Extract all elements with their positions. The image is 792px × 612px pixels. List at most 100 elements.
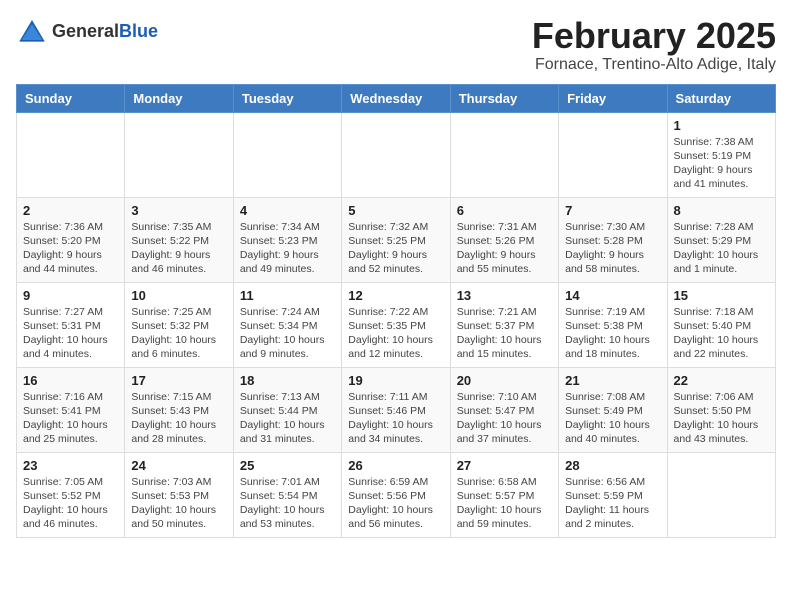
day-number: 9 <box>23 288 118 303</box>
day-number: 12 <box>348 288 443 303</box>
calendar-cell: 19 Sunrise: 7:11 AM Sunset: 5:46 PM Dayli… <box>342 367 450 452</box>
day-number: 22 <box>674 373 769 388</box>
calendar-cell: 20 Sunrise: 7:10 AM Sunset: 5:47 PM Dayli… <box>450 367 558 452</box>
day-info: Sunrise: 7:38 AM Sunset: 5:19 PM Dayligh… <box>674 135 769 192</box>
weekday-header-monday: Monday <box>125 84 233 112</box>
calendar-cell <box>559 112 667 197</box>
calendar-cell <box>450 112 558 197</box>
calendar-cell: 23 Sunrise: 7:05 AM Sunset: 5:52 PM Dayli… <box>17 452 125 537</box>
day-number: 21 <box>565 373 660 388</box>
day-info: Sunrise: 7:25 AM Sunset: 5:32 PM Dayligh… <box>131 305 226 362</box>
day-info: Sunrise: 7:22 AM Sunset: 5:35 PM Dayligh… <box>348 305 443 362</box>
calendar-cell: 1 Sunrise: 7:38 AM Sunset: 5:19 PM Daylig… <box>667 112 775 197</box>
calendar-cell: 3 Sunrise: 7:35 AM Sunset: 5:22 PM Daylig… <box>125 197 233 282</box>
weekday-header-saturday: Saturday <box>667 84 775 112</box>
day-info: Sunrise: 7:32 AM Sunset: 5:25 PM Dayligh… <box>348 220 443 277</box>
day-info: Sunrise: 7:05 AM Sunset: 5:52 PM Dayligh… <box>23 475 118 532</box>
day-info: Sunrise: 7:36 AM Sunset: 5:20 PM Dayligh… <box>23 220 118 277</box>
day-info: Sunrise: 7:18 AM Sunset: 5:40 PM Dayligh… <box>674 305 769 362</box>
day-info: Sunrise: 7:30 AM Sunset: 5:28 PM Dayligh… <box>565 220 660 277</box>
page-header: GeneralBlue February 2025 Fornace, Trent… <box>16 16 776 74</box>
calendar-week-row: 2 Sunrise: 7:36 AM Sunset: 5:20 PM Daylig… <box>17 197 776 282</box>
calendar-cell <box>667 452 775 537</box>
day-number: 16 <box>23 373 118 388</box>
day-info: Sunrise: 7:16 AM Sunset: 5:41 PM Dayligh… <box>23 390 118 447</box>
day-number: 1 <box>674 118 769 133</box>
calendar-week-row: 16 Sunrise: 7:16 AM Sunset: 5:41 PM Dayli… <box>17 367 776 452</box>
logo-general: General <box>52 21 119 41</box>
day-info: Sunrise: 7:10 AM Sunset: 5:47 PM Dayligh… <box>457 390 552 447</box>
day-info: Sunrise: 7:24 AM Sunset: 5:34 PM Dayligh… <box>240 305 335 362</box>
calendar-cell <box>342 112 450 197</box>
calendar-cell: 7 Sunrise: 7:30 AM Sunset: 5:28 PM Daylig… <box>559 197 667 282</box>
day-info: Sunrise: 7:01 AM Sunset: 5:54 PM Dayligh… <box>240 475 335 532</box>
calendar-cell: 26Sunrise: 6:59 AM Sunset: 5:56 PM Dayli… <box>342 452 450 537</box>
calendar-cell: 9Sunrise: 7:27 AM Sunset: 5:31 PM Daylig… <box>17 282 125 367</box>
day-number: 24 <box>131 458 226 473</box>
calendar-cell: 10 Sunrise: 7:25 AM Sunset: 5:32 PM Dayli… <box>125 282 233 367</box>
day-number: 15 <box>674 288 769 303</box>
day-number: 2 <box>23 203 118 218</box>
day-info: Sunrise: 7:13 AM Sunset: 5:44 PM Dayligh… <box>240 390 335 447</box>
day-number: 26 <box>348 458 443 473</box>
day-info: Sunrise: 7:03 AM Sunset: 5:53 PM Dayligh… <box>131 475 226 532</box>
calendar-cell: 2 Sunrise: 7:36 AM Sunset: 5:20 PM Daylig… <box>17 197 125 282</box>
calendar-cell: 11 Sunrise: 7:24 AM Sunset: 5:34 PM Dayli… <box>233 282 341 367</box>
day-info: Sunrise: 7:08 AM Sunset: 5:49 PM Dayligh… <box>565 390 660 447</box>
calendar-week-row: 9Sunrise: 7:27 AM Sunset: 5:31 PM Daylig… <box>17 282 776 367</box>
calendar-cell: 18 Sunrise: 7:13 AM Sunset: 5:44 PM Dayli… <box>233 367 341 452</box>
day-info: Sunrise: 7:35 AM Sunset: 5:22 PM Dayligh… <box>131 220 226 277</box>
weekday-header-friday: Friday <box>559 84 667 112</box>
calendar-cell: 5Sunrise: 7:32 AM Sunset: 5:25 PM Daylig… <box>342 197 450 282</box>
day-number: 23 <box>23 458 118 473</box>
weekday-header-sunday: Sunday <box>17 84 125 112</box>
day-number: 3 <box>131 203 226 218</box>
calendar-cell: 27 Sunrise: 6:58 AM Sunset: 5:57 PM Dayli… <box>450 452 558 537</box>
calendar-cell: 28 Sunrise: 6:56 AM Sunset: 5:59 PM Dayli… <box>559 452 667 537</box>
day-info: Sunrise: 7:15 AM Sunset: 5:43 PM Dayligh… <box>131 390 226 447</box>
day-number: 20 <box>457 373 552 388</box>
title-area: February 2025 Fornace, Trentino-Alto Adi… <box>532 16 776 74</box>
day-info: Sunrise: 6:58 AM Sunset: 5:57 PM Dayligh… <box>457 475 552 532</box>
day-info: Sunrise: 7:06 AM Sunset: 5:50 PM Dayligh… <box>674 390 769 447</box>
calendar-cell: 14 Sunrise: 7:19 AM Sunset: 5:38 PM Dayli… <box>559 282 667 367</box>
day-number: 14 <box>565 288 660 303</box>
day-number: 17 <box>131 373 226 388</box>
day-number: 11 <box>240 288 335 303</box>
weekday-header-wednesday: Wednesday <box>342 84 450 112</box>
calendar-week-row: 1 Sunrise: 7:38 AM Sunset: 5:19 PM Daylig… <box>17 112 776 197</box>
day-info: Sunrise: 7:19 AM Sunset: 5:38 PM Dayligh… <box>565 305 660 362</box>
day-info: Sunrise: 6:56 AM Sunset: 5:59 PM Dayligh… <box>565 475 660 532</box>
weekday-header-thursday: Thursday <box>450 84 558 112</box>
weekday-header-tuesday: Tuesday <box>233 84 341 112</box>
day-info: Sunrise: 7:28 AM Sunset: 5:29 PM Dayligh… <box>674 220 769 277</box>
calendar-cell: 4 Sunrise: 7:34 AM Sunset: 5:23 PM Daylig… <box>233 197 341 282</box>
day-number: 18 <box>240 373 335 388</box>
day-number: 13 <box>457 288 552 303</box>
day-info: Sunrise: 7:34 AM Sunset: 5:23 PM Dayligh… <box>240 220 335 277</box>
day-info: Sunrise: 7:31 AM Sunset: 5:26 PM Dayligh… <box>457 220 552 277</box>
day-number: 19 <box>348 373 443 388</box>
day-number: 10 <box>131 288 226 303</box>
day-number: 25 <box>240 458 335 473</box>
calendar-subtitle: Fornace, Trentino-Alto Adige, Italy <box>532 56 776 74</box>
day-number: 8 <box>674 203 769 218</box>
logo: GeneralBlue <box>16 16 158 48</box>
day-number: 4 <box>240 203 335 218</box>
day-info: Sunrise: 7:21 AM Sunset: 5:37 PM Dayligh… <box>457 305 552 362</box>
calendar-cell: 25 Sunrise: 7:01 AM Sunset: 5:54 PM Dayli… <box>233 452 341 537</box>
calendar-cell: 22 Sunrise: 7:06 AM Sunset: 5:50 PM Dayli… <box>667 367 775 452</box>
calendar-cell: 6Sunrise: 7:31 AM Sunset: 5:26 PM Daylig… <box>450 197 558 282</box>
calendar-cell <box>17 112 125 197</box>
calendar-table: SundayMondayTuesdayWednesdayThursdayFrid… <box>16 84 776 538</box>
logo-text: GeneralBlue <box>52 21 158 43</box>
calendar-cell <box>233 112 341 197</box>
calendar-cell: 15 Sunrise: 7:18 AM Sunset: 5:40 PM Dayli… <box>667 282 775 367</box>
calendar-cell: 21 Sunrise: 7:08 AM Sunset: 5:49 PM Dayli… <box>559 367 667 452</box>
calendar-cell: 17 Sunrise: 7:15 AM Sunset: 5:43 PM Dayli… <box>125 367 233 452</box>
calendar-cell: 24 Sunrise: 7:03 AM Sunset: 5:53 PM Dayli… <box>125 452 233 537</box>
day-number: 28 <box>565 458 660 473</box>
day-number: 7 <box>565 203 660 218</box>
day-info: Sunrise: 7:11 AM Sunset: 5:46 PM Dayligh… <box>348 390 443 447</box>
day-number: 27 <box>457 458 552 473</box>
